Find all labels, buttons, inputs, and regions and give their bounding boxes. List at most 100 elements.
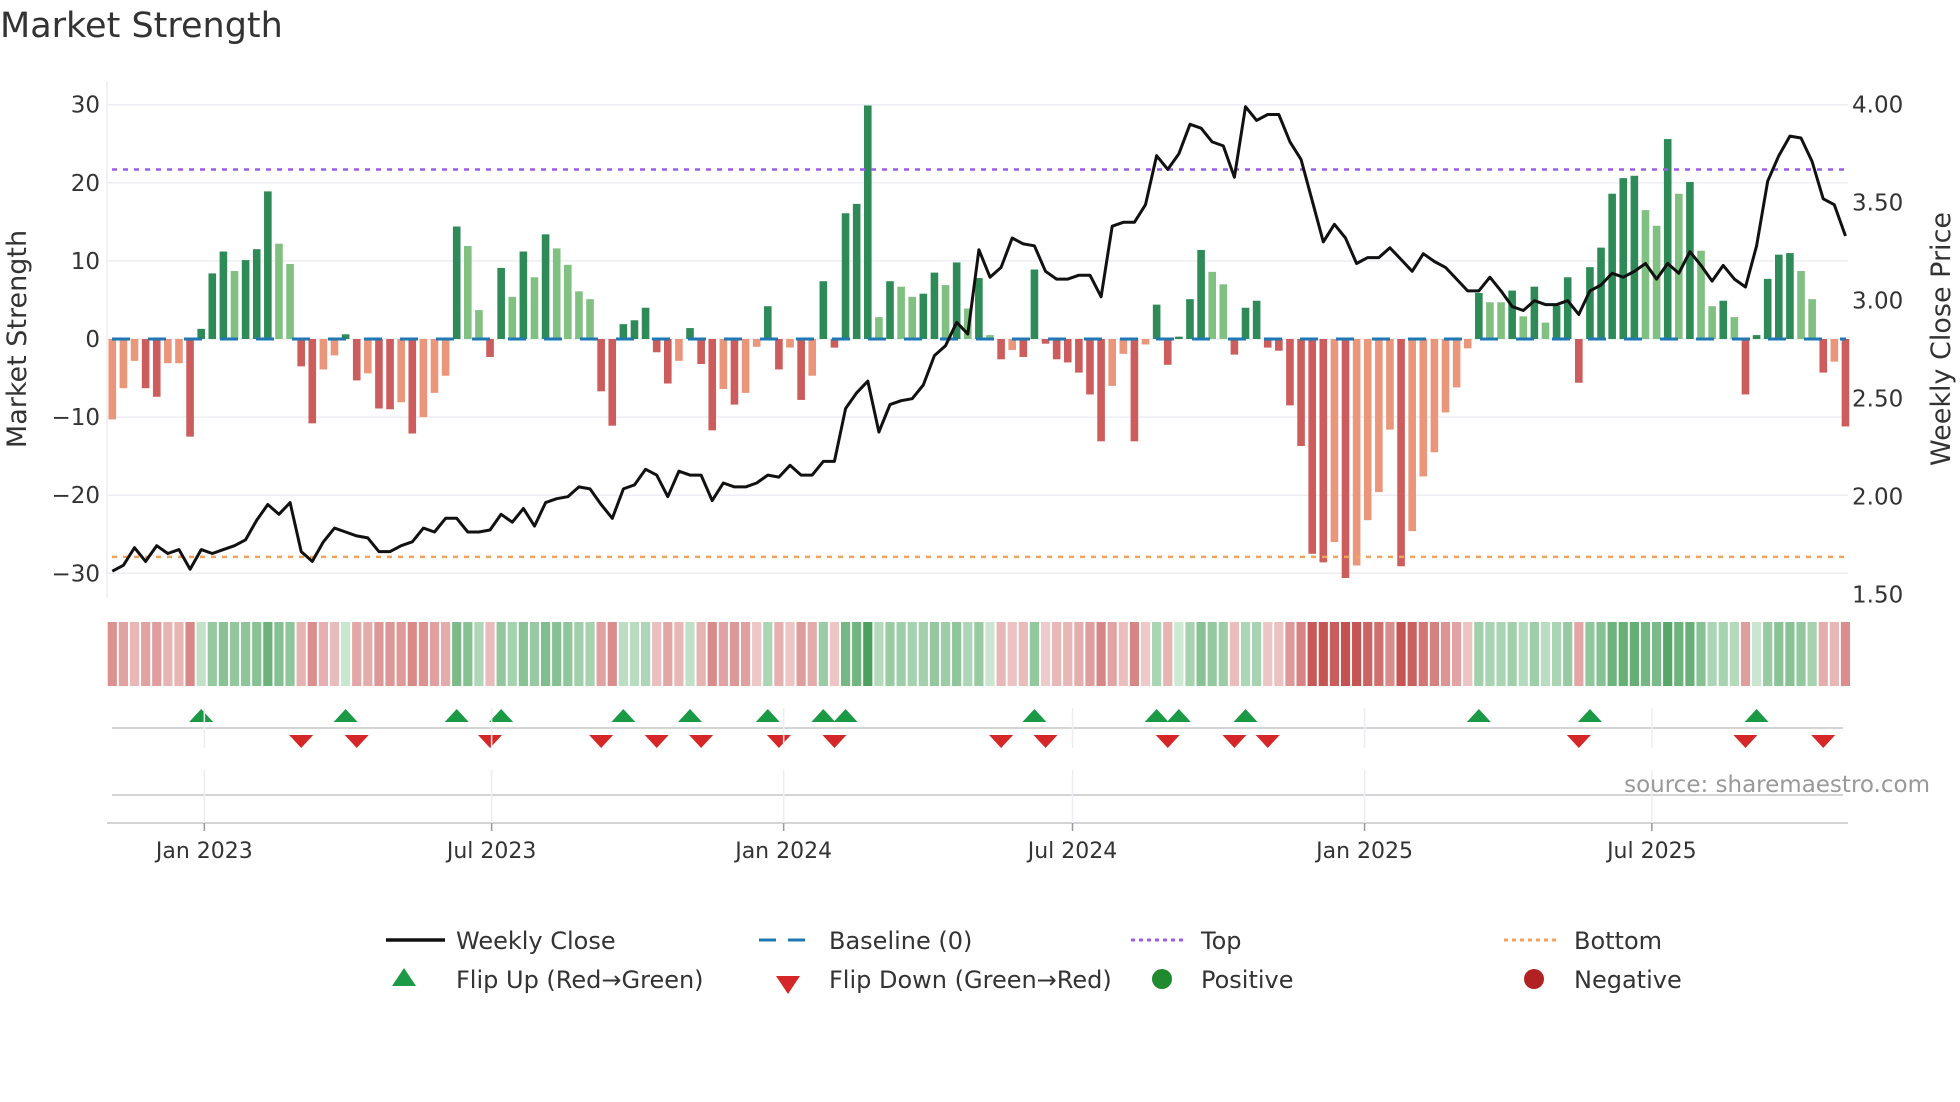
strength-bar xyxy=(652,339,661,353)
flip-down-marker xyxy=(1811,735,1836,748)
legend-bottom: Bottom xyxy=(1574,927,1662,955)
y-tick-label: 20 xyxy=(71,171,100,197)
heat-cell xyxy=(1152,622,1162,686)
strength-bar xyxy=(775,339,783,370)
flip-down-marker xyxy=(344,735,369,748)
heat-cell xyxy=(1229,622,1240,686)
heat-cell xyxy=(1374,622,1384,686)
heat-cell xyxy=(1185,622,1195,686)
flip-up-marker xyxy=(755,709,780,722)
strength-bar xyxy=(975,278,983,339)
strength-bar xyxy=(619,324,628,339)
heat-cell xyxy=(763,622,773,686)
y-axis-label: Market Strength xyxy=(2,230,33,448)
y-tick-label: −30 xyxy=(51,561,100,587)
heat-cell xyxy=(1618,622,1628,686)
strength-bar xyxy=(552,248,561,339)
strength-bar xyxy=(264,191,272,339)
heat-cell xyxy=(740,622,751,686)
flip-markers xyxy=(112,709,1843,748)
strength-bar xyxy=(841,213,850,339)
heat-cell xyxy=(1829,622,1839,686)
heat-cell xyxy=(118,622,129,686)
y-tick-label: 30 xyxy=(71,93,100,119)
flip-up-marker xyxy=(1577,709,1602,722)
strength-bar xyxy=(541,234,550,339)
heat-cell xyxy=(574,622,584,686)
strength-bar xyxy=(863,105,872,339)
strength-bar xyxy=(297,339,305,367)
heat-cell xyxy=(107,622,117,686)
legend-flip-down: Flip Down (Green→Red) xyxy=(829,966,1112,994)
heat-cell xyxy=(1163,622,1173,686)
heat-cell xyxy=(952,622,962,686)
strength-bar xyxy=(664,339,672,384)
strength-bar xyxy=(852,203,861,339)
legend: Weekly Close Baseline (0) Top Bottom Fli… xyxy=(386,927,1682,994)
heat-cell xyxy=(174,622,184,686)
strength-bar xyxy=(286,264,294,339)
heat-cell xyxy=(674,622,684,686)
strength-bar xyxy=(1308,339,1316,554)
heat-cell xyxy=(1407,622,1417,686)
strength-bar xyxy=(1130,339,1139,442)
strength-bar xyxy=(1341,339,1350,578)
strength-bar xyxy=(1097,339,1105,442)
strength-bar xyxy=(1352,339,1361,566)
flip-down-marker xyxy=(1222,735,1247,748)
strength-bar xyxy=(319,339,328,370)
strength-bar xyxy=(1508,290,1516,339)
strength-bar xyxy=(1186,299,1194,339)
heat-cell xyxy=(1240,622,1251,686)
strength-bar xyxy=(486,339,494,357)
flip-up-marker xyxy=(333,709,358,722)
heat-cell xyxy=(1440,622,1451,686)
strength-bar xyxy=(1630,175,1639,339)
strength-bar xyxy=(886,281,894,339)
heat-cell xyxy=(1518,622,1528,686)
strength-bar xyxy=(752,339,761,347)
strength-bar xyxy=(1463,339,1472,349)
strength-bar xyxy=(630,320,639,339)
heat-cell xyxy=(1063,622,1073,686)
heat-cell xyxy=(1040,622,1051,686)
strength-bar xyxy=(1286,339,1294,406)
heat-cell xyxy=(229,622,240,686)
heat-cell xyxy=(1540,622,1551,686)
strength-bar xyxy=(397,339,405,403)
strength-bar xyxy=(1075,339,1083,373)
heat-cell xyxy=(141,622,151,686)
heat-cell xyxy=(207,622,217,686)
strength-bar xyxy=(1541,322,1550,339)
heat-cell xyxy=(974,622,984,686)
y2-tick-label: 2.50 xyxy=(1852,387,1903,413)
strength-bar xyxy=(808,339,817,376)
strength-bar xyxy=(1752,335,1761,339)
left-axis: −30 −20 −10 0 10 20 30 xyxy=(51,93,100,588)
flip-up-marker xyxy=(833,709,858,722)
flip-down-marker xyxy=(1033,735,1058,748)
strength-bar xyxy=(352,339,361,381)
heat-cell xyxy=(863,622,873,686)
strength-bar xyxy=(464,246,472,339)
heat-cell xyxy=(918,622,928,686)
flip-down-marker xyxy=(289,735,314,748)
heat-cell xyxy=(1318,622,1328,686)
flip-up-marker xyxy=(1022,709,1047,722)
heat-cell xyxy=(1129,622,1140,686)
heat-cell xyxy=(940,622,951,686)
heat-cell xyxy=(729,622,740,686)
strength-bar xyxy=(164,339,172,364)
heat-cell xyxy=(1218,622,1228,686)
strength-bar xyxy=(1219,284,1228,339)
strength-bar xyxy=(1397,339,1405,567)
strength-bar xyxy=(252,249,261,339)
y2-tick-label: 4.00 xyxy=(1852,93,1903,119)
strength-bar xyxy=(1297,339,1305,446)
heat-cell xyxy=(752,622,762,686)
strength-bar xyxy=(430,339,439,393)
strength-bar xyxy=(1241,307,1250,339)
heat-cell xyxy=(1452,622,1462,686)
heat-cell xyxy=(896,622,906,686)
heat-cell xyxy=(429,622,440,686)
